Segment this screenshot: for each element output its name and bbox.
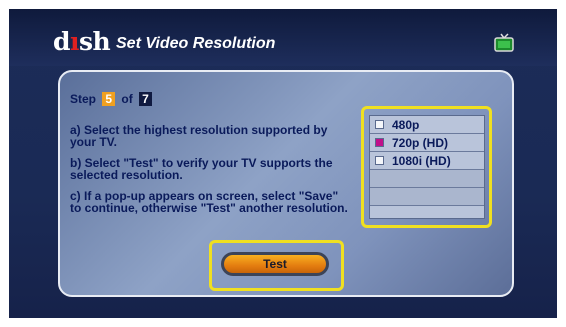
step-current: 5 — [102, 92, 116, 106]
resolution-option-720p[interactable]: 720p (HD) — [370, 134, 484, 152]
instruction-a: a) Select the highest resolution support… — [70, 123, 328, 149]
resolution-option-label: 480p — [392, 118, 420, 132]
tv-screen: dısh Set Video Resolution Step 5 of 7 a)… — [9, 9, 557, 318]
dish-logo: dısh — [53, 27, 111, 56]
resolution-option-label: 720p (HD) — [392, 136, 449, 150]
test-button-focus: Test — [209, 240, 344, 291]
wizard-panel: Step 5 of 7 a) Select the highest resolu… — [58, 70, 514, 297]
resolution-option-1080i[interactable]: 1080i (HD) — [370, 152, 484, 170]
step-indicator: Step 5 of 7 — [70, 92, 155, 106]
test-button[interactable]: Test — [221, 252, 329, 276]
tv-icon — [494, 33, 514, 52]
resolution-option-480p[interactable]: 480p — [370, 116, 484, 134]
resolution-list-focus: 480p 720p (HD) 1080i (HD) — [361, 106, 492, 228]
empty-list-row — [370, 170, 484, 188]
resolution-option-label: 1080i (HD) — [392, 154, 451, 168]
step-of-label: of — [121, 92, 133, 106]
selected-marker-icon — [375, 138, 384, 147]
empty-list-row — [370, 188, 484, 206]
step-total: 7 — [139, 92, 152, 106]
page-title: Set Video Resolution — [116, 35, 276, 52]
step-label: Step — [70, 92, 97, 106]
unselected-marker-icon — [375, 156, 384, 165]
instruction-c: c) If a pop-up appears on screen, select… — [70, 189, 348, 215]
instruction-b: b) Select "Test" to verify your TV suppo… — [70, 156, 333, 182]
unselected-marker-icon — [375, 120, 384, 129]
resolution-list[interactable]: 480p 720p (HD) 1080i (HD) — [369, 115, 485, 219]
header-bar: dısh Set Video Resolution — [9, 9, 557, 66]
